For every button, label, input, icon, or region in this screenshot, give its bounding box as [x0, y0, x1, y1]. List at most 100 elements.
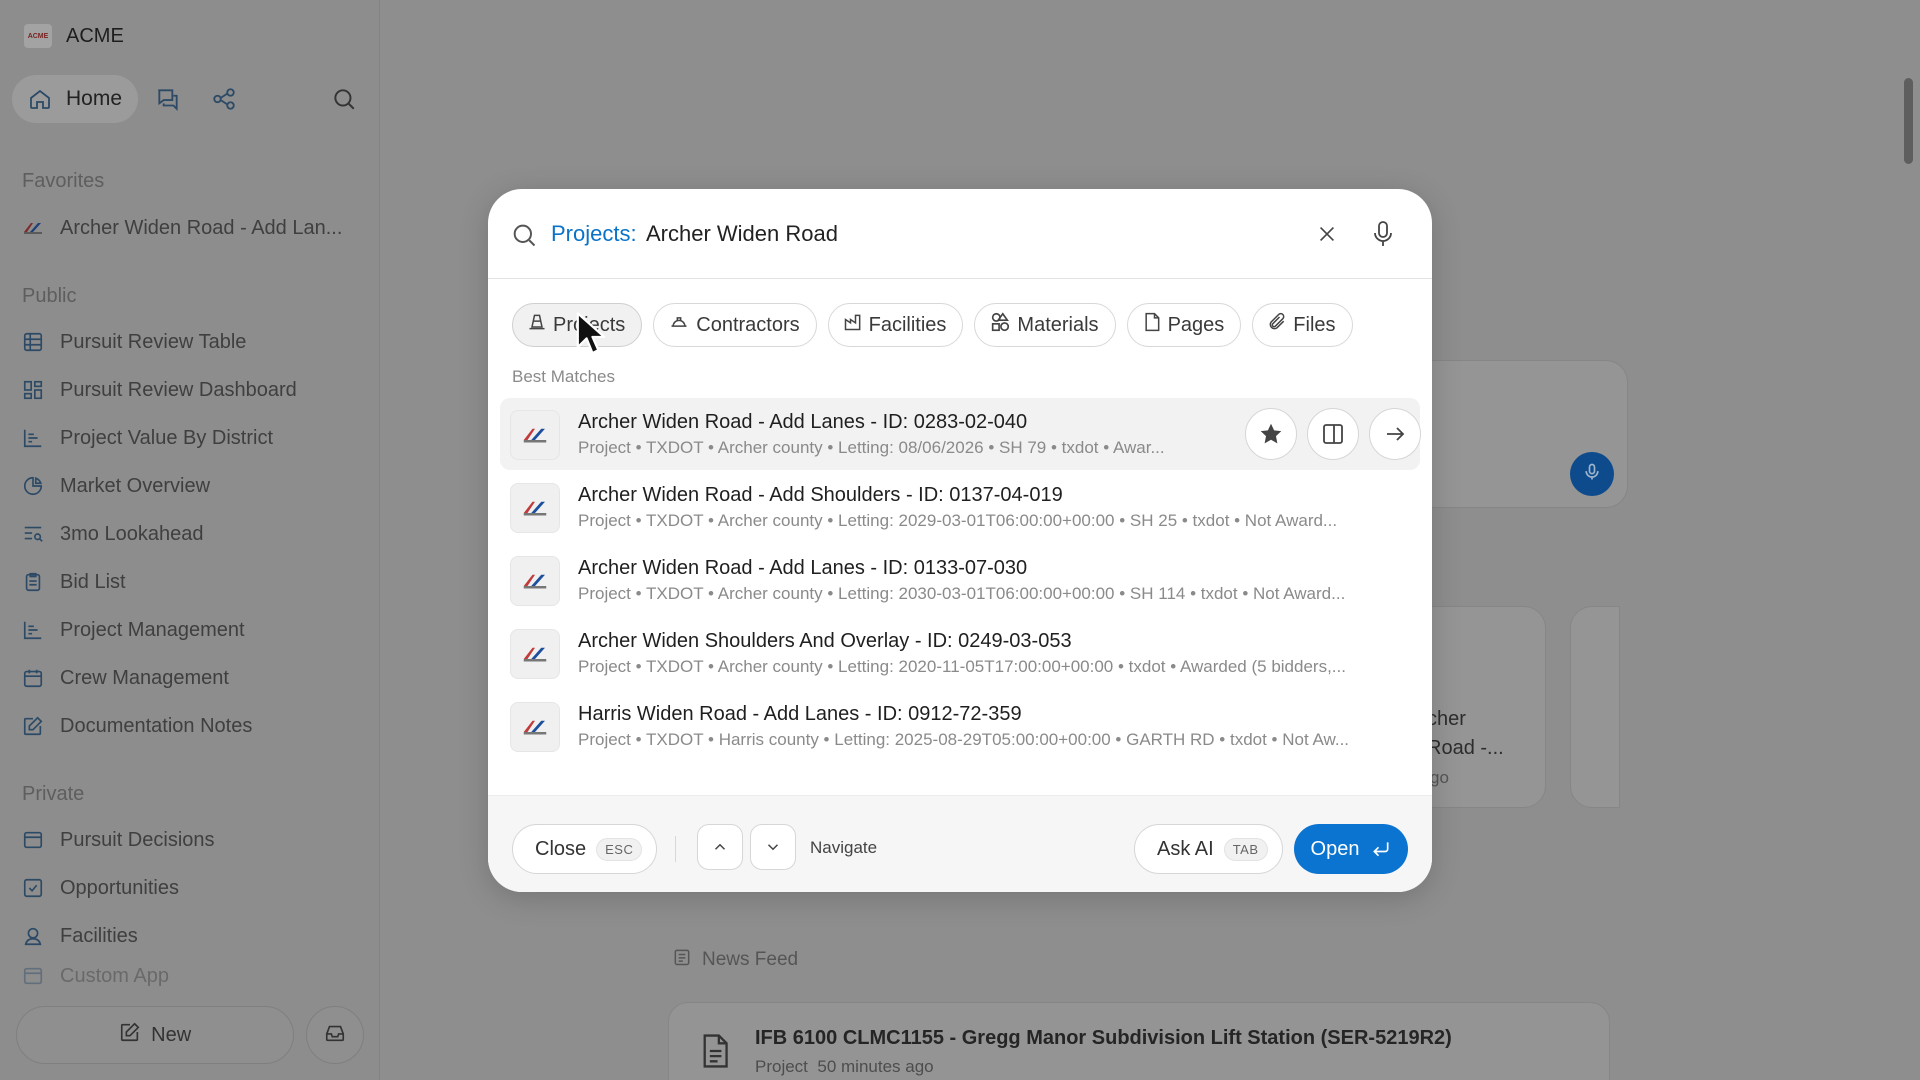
brand-name: ACME [66, 24, 124, 47]
sidebar-item-pursuit-review-table[interactable]: Pursuit Review Table [20, 324, 360, 360]
sidebar-item-documentation-notes[interactable]: Documentation Notes [20, 708, 360, 744]
sidebar-item-crew-management[interactable]: Crew Management [20, 660, 360, 696]
sidebar-item-3mo-lookahead[interactable]: 3mo Lookahead [20, 516, 360, 552]
result-title: Harris Widen Road - Add Lanes - ID: 0912… [578, 703, 1022, 725]
result-title: Archer Widen Road - Add Lanes - ID: 0133… [578, 557, 1028, 579]
background-mic-button[interactable] [1570, 452, 1614, 496]
home-button[interactable]: Home [12, 75, 139, 123]
sidebar-item-bid-list[interactable]: Bid List [20, 564, 360, 600]
pie-chart-icon [20, 473, 46, 499]
chip-files[interactable]: Files [1252, 303, 1353, 347]
scrollbar[interactable] [1904, 78, 1913, 164]
result-title: Archer Widen Road - Add Shoulders - ID: … [578, 484, 1063, 506]
favorite-button[interactable] [1245, 408, 1297, 460]
private-title: Private [22, 783, 85, 805]
news-feed-label: News Feed [672, 947, 798, 973]
factory-icon [843, 312, 863, 338]
clipboard-icon [20, 569, 46, 595]
mic-icon [1582, 462, 1602, 487]
sidebar-item-label: Project Management [60, 618, 245, 641]
result-item[interactable]: Archer Widen Road - Add Lanes - ID: 0283… [500, 398, 1421, 470]
search-modal: Projects: Archer Widen Road Projects Con… [488, 189, 1432, 892]
bar-chart-icon [20, 617, 46, 643]
chat-icon[interactable] [154, 85, 182, 113]
brand-logo: ACME [24, 24, 52, 48]
home-label: Home [66, 87, 123, 110]
new-button-label: New [151, 1023, 192, 1046]
bar-chart-icon [20, 425, 46, 451]
partial-card-text: go [1430, 768, 1449, 787]
sidebar-item-custom-app[interactable]: Custom App [20, 966, 360, 986]
news-feed-title: News Feed [702, 949, 799, 970]
search-bar[interactable]: Projects: Archer Widen Road [488, 189, 1432, 279]
result-item[interactable]: Archer Widen Road - Add Lanes - ID: 0133… [500, 544, 1420, 616]
sidebar-item-label: Pursuit Decisions [60, 828, 215, 851]
sidebar-item-label: Facilities [60, 924, 138, 947]
brand[interactable]: ACME ACME [24, 24, 124, 48]
project-logo-icon [510, 702, 560, 752]
sidebar-item-label: Market Overview [60, 474, 211, 497]
star-icon [1260, 423, 1282, 444]
sidebar-item-label: Pursuit Review Table [60, 330, 247, 353]
result-title: Archer Widen Road - Add Lanes - ID: 0283… [578, 411, 1028, 433]
cone-icon [527, 312, 547, 338]
calendar-icon [20, 665, 46, 691]
paperclip-icon [1267, 312, 1287, 338]
sidebar-bottom: New [16, 1006, 364, 1064]
sidebar-item-pursuit-review-dashboard[interactable]: Pursuit Review Dashboard [20, 372, 360, 408]
result-item[interactable]: Harris Widen Road - Add Lanes - ID: 0912… [500, 690, 1420, 762]
search-input[interactable]: Archer Widen Road [646, 221, 838, 247]
search-icon[interactable] [330, 85, 358, 113]
voice-search-button[interactable] [1368, 217, 1398, 251]
background-recent-card-2[interactable] [1570, 606, 1620, 808]
go-to-button[interactable] [1369, 408, 1421, 460]
new-button[interactable]: New [16, 1006, 295, 1064]
result-item[interactable]: Archer Widen Road - Add Shoulders - ID: … [500, 471, 1420, 543]
inbox-button[interactable] [306, 1006, 364, 1064]
favorite-item-label: Archer Widen Road - Add Lan... [60, 216, 343, 239]
favorites-title: Favorites [22, 170, 105, 192]
ask-ai-button[interactable]: Ask AI TAB [1134, 824, 1283, 874]
partial-card-text: Road -... [1427, 737, 1504, 759]
open-label: Open [1310, 837, 1360, 860]
result-item[interactable]: Archer Widen Shoulders And Overlay - ID:… [500, 617, 1420, 689]
mouse-cursor-icon [576, 312, 606, 361]
sidebar-item-pursuit-decisions[interactable]: Pursuit Decisions [20, 822, 360, 858]
document-icon [699, 1033, 731, 1074]
sidebar-item-market-overview[interactable]: Market Overview [20, 468, 360, 504]
chip-materials[interactable]: Materials [974, 303, 1116, 347]
sidebar-item-label: 3mo Lookahead [60, 522, 204, 545]
chip-label: Pages [1167, 313, 1225, 336]
sidebar-item-project-management[interactable]: Project Management [20, 612, 360, 648]
hardhat-icon [668, 312, 690, 338]
close-button[interactable]: Close ESC [512, 824, 658, 874]
chip-contractors[interactable]: Contractors [653, 303, 817, 347]
chevron-down-icon [767, 844, 779, 851]
favorite-item[interactable]: Archer Widen Road - Add Lan... [20, 210, 360, 246]
workflow-icon[interactable] [210, 85, 238, 113]
project-logo-icon [510, 483, 560, 533]
sidebar-item-label: Opportunities [60, 876, 179, 899]
chip-pages[interactable]: Pages [1126, 303, 1242, 347]
app-icon [20, 966, 46, 986]
result-subtitle: Project • TXDOT • Archer county • Lettin… [578, 511, 1338, 530]
chip-label: Facilities [868, 313, 947, 336]
side-panel-button[interactable] [1307, 408, 1359, 460]
clear-search-button[interactable] [1312, 219, 1342, 249]
sidebar-item-label: Bid List [60, 570, 126, 593]
navigate-down-button[interactable] [750, 824, 796, 870]
user-pin-icon [20, 923, 46, 949]
feed-card[interactable]: IFB 6100 CLMC1155 - Gregg Manor Subdivis… [668, 1002, 1610, 1080]
checkbox-icon [20, 875, 46, 901]
news-icon [672, 947, 692, 973]
open-button[interactable]: Open [1294, 824, 1408, 874]
sidebar-item-project-value-by-district[interactable]: Project Value By District [20, 420, 360, 456]
chip-label: Contractors [696, 313, 800, 336]
sidebar-item-opportunities[interactable]: Opportunities [20, 870, 360, 906]
best-matches-label: Best Matches [512, 367, 615, 386]
chip-facilities[interactable]: Facilities [827, 303, 964, 347]
navigate-up-button[interactable] [697, 824, 743, 870]
sidebar-item-facilities[interactable]: Facilities [20, 918, 360, 954]
public-title: Public [22, 285, 77, 307]
modal-footer: Close ESC Navigate Ask AI TAB Open [488, 795, 1432, 892]
